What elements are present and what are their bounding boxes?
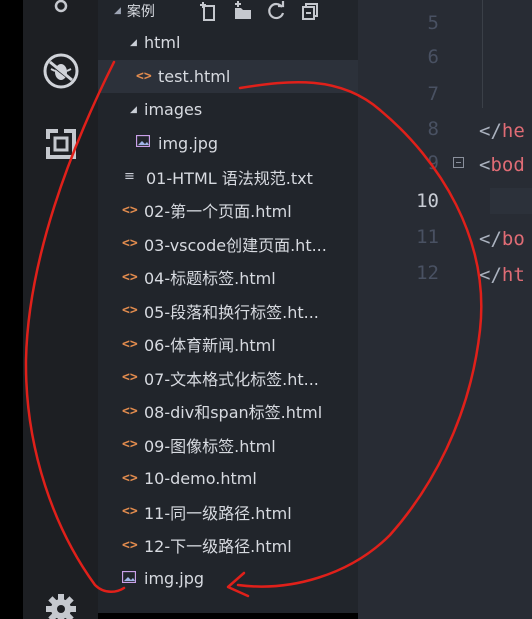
tree-file-html[interactable]: <> 12-下一级路径.html — [98, 529, 358, 563]
indent-guide — [482, 0, 483, 108]
new-file-icon[interactable] — [198, 1, 222, 21]
text-file-icon: ≡ — [124, 169, 135, 185]
tree-file-html[interactable]: <> 09-图像标签.html — [98, 428, 358, 462]
html-file-icon: <> — [122, 370, 138, 386]
html-file-icon: <> — [122, 303, 138, 319]
tree-file-html[interactable]: <> 06-体育新闻.html — [98, 328, 358, 362]
workspace-folder-name: 案例 — [126, 4, 155, 20]
fold-toggle-icon[interactable] — [453, 157, 464, 168]
refresh-icon[interactable] — [266, 1, 290, 21]
source-control-icon[interactable] — [35, 0, 87, 30]
tree-file-html[interactable]: <> 02-第一个页面.html — [98, 194, 358, 228]
code-line: </he — [479, 120, 525, 142]
html-file-icon: <> — [136, 68, 152, 84]
code-line: </ht — [479, 264, 525, 286]
tree-item-label: 08-div和span标签.html — [144, 403, 323, 423]
line-number: 8 — [427, 118, 439, 140]
tree-item-label: 11-同一级路径.html — [144, 503, 292, 523]
collapse-all-icon[interactable] — [300, 1, 324, 21]
current-line-highlight — [490, 188, 532, 214]
tree-item-label: 09-图像标签.html — [144, 436, 276, 456]
html-file-icon: <> — [122, 437, 138, 453]
settings-gear-icon[interactable] — [35, 583, 87, 619]
activity-bar — [23, 0, 98, 619]
explorer-actions — [198, 0, 334, 22]
tree-file-html[interactable]: <> 03-vscode创建页面.ht... — [98, 227, 358, 261]
html-file-icon: <> — [122, 236, 138, 252]
chevron-down-icon: ◢ — [130, 37, 137, 48]
html-file-icon: <> — [122, 504, 138, 520]
image-file-icon — [135, 135, 158, 151]
explorer-header: ◢ 案例 — [98, 0, 358, 26]
tree-item-label: 02-第一个页面.html — [144, 202, 292, 222]
html-file-icon: <> — [122, 202, 138, 218]
tree-item-label: images — [144, 100, 203, 120]
code-line: <bod — [479, 154, 525, 176]
line-number: 11 — [416, 226, 439, 248]
line-number-current: 10 — [416, 190, 439, 212]
html-file-icon: <> — [122, 537, 138, 553]
tree-item-label: 06-体育新闻.html — [144, 336, 276, 356]
tree-file-txt[interactable]: ≡ 01-HTML 语法规范.txt — [98, 160, 358, 194]
tree-file-html[interactable]: <> 08-div和span标签.html — [98, 395, 358, 429]
tree-item-label: img.jpg — [144, 569, 205, 589]
no-debug-icon[interactable] — [35, 45, 87, 97]
tree-file-html[interactable]: <> 10-demo.html — [98, 462, 358, 496]
tree-item-label: 07-文本格式化标签.ht... — [144, 369, 319, 389]
tree-folder-html[interactable]: ◢ html — [98, 26, 358, 60]
explorer-sidebar: ◢ 案例 ◢ html <> test.html ◢ images img.jp… — [98, 0, 358, 613]
image-file-icon — [121, 570, 144, 587]
code-line: </bo — [479, 228, 525, 250]
tree-item-label: 12-下一级路径.html — [144, 537, 292, 557]
tree-file-html[interactable]: <> 05-段落和换行标签.ht... — [98, 294, 358, 328]
tree-item-label: img.jpg — [158, 133, 219, 153]
tree-file-img-jpg[interactable]: img.jpg — [98, 127, 358, 161]
tree-item-label: 01-HTML 语法规范.txt — [146, 168, 313, 188]
html-file-icon: <> — [122, 470, 138, 486]
chevron-down-icon: ◢ — [130, 104, 137, 115]
tree-item-label: html — [144, 33, 181, 53]
new-folder-icon[interactable] — [232, 1, 256, 21]
line-number: 9 — [427, 152, 439, 174]
tree-item-label: test.html — [158, 66, 231, 86]
tree-item-label: 10-demo.html — [144, 468, 257, 488]
tree-folder-images[interactable]: ◢ images — [98, 93, 358, 127]
line-number: 5 — [427, 12, 439, 34]
tree-file-test-html[interactable]: <> test.html — [98, 59, 358, 93]
extensions-icon[interactable] — [35, 118, 87, 170]
chevron-down-icon: ◢ — [114, 6, 121, 16]
tree-file-img-jpg[interactable]: img.jpg — [98, 562, 358, 596]
tree-file-html[interactable]: <> 11-同一级路径.html — [98, 495, 358, 529]
html-file-icon: <> — [122, 403, 138, 419]
tree-item-label: 05-段落和换行标签.ht... — [144, 302, 319, 322]
tree-item-label: 04-标题标签.html — [144, 269, 276, 289]
tree-file-html[interactable]: <> 04-标题标签.html — [98, 261, 358, 295]
line-number: 7 — [427, 83, 439, 105]
line-number: 6 — [427, 46, 439, 68]
tree-file-html[interactable]: <> 07-文本格式化标签.ht... — [98, 361, 358, 395]
vscode-window: ◢ 案例 ◢ html <> test.html ◢ images img.jp… — [0, 0, 532, 619]
html-file-icon: <> — [122, 269, 138, 285]
tree-item-label: 03-vscode创建页面.ht... — [144, 235, 327, 255]
code-editor[interactable]: 5 6 7 8 9 10 11 12 </he <bod </bo </ht — [358, 0, 532, 619]
line-number: 12 — [416, 262, 439, 284]
workspace-folder[interactable]: ◢ 案例 — [114, 0, 155, 22]
file-tree: ◢ html <> test.html ◢ images img.jpg ≡ 0… — [98, 26, 358, 596]
html-file-icon: <> — [122, 336, 138, 352]
